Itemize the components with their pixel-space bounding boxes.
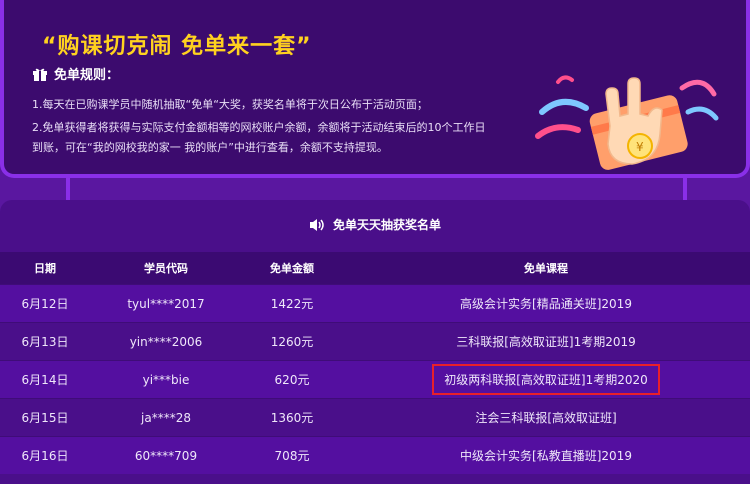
cell-date: 6月15日 xyxy=(21,411,69,425)
svg-text:¥: ¥ xyxy=(636,140,644,154)
cell-course: 三科联报[高效取证班]1考期2019 xyxy=(456,335,636,349)
cell-course: 高级会计实务[精品通关班]2019 xyxy=(460,297,632,311)
rule-line-2: 2.免单获得者将获得与实际支付金额相等的网校账户余额，余额将于活动结束后的10个… xyxy=(32,121,486,134)
cell-code: 60****709 xyxy=(134,448,198,463)
rules-title: 免单规则： xyxy=(54,68,120,83)
rule-line-3: 到账，可在“我的网校我的家一 我的账户”中进行查看，余额不支持提现。 xyxy=(32,141,388,154)
cell-date: 6月13日 xyxy=(21,335,69,349)
cell-amount: 708元 xyxy=(274,449,310,463)
cell-date: 6月12日 xyxy=(21,297,69,311)
col-header-date: 日期 xyxy=(34,262,56,275)
winners-board: 免单天天抽获奖名单 日期 学员代码 免单金额 免单课程 6月12日 tyul**… xyxy=(0,200,750,484)
cell-amount: 1422元 xyxy=(270,297,314,311)
promo-slogan: “购课切克闹 免单来一套” xyxy=(42,34,312,59)
rules-heading: 免单规则： xyxy=(32,64,119,83)
highlighted-course-cell: 初级两科联报[高效取证班]1考期2020 xyxy=(432,364,660,395)
col-header-amount: 免单金额 xyxy=(270,262,314,275)
table-row: 6月16日 60****709 708元 中级会计实务[私教直播班]2019 xyxy=(0,436,750,474)
cell-code: yin****2006 xyxy=(129,334,203,349)
col-header-course: 免单课程 xyxy=(524,262,568,275)
speaker-icon xyxy=(309,218,325,232)
winners-table-header: 日期 学员代码 免单金额 免单课程 xyxy=(0,252,750,284)
table-row: 6月12日 tyul****2017 1422元 高级会计实务[精品通关班]20… xyxy=(0,284,750,322)
cell-amount: 620元 xyxy=(274,373,310,387)
rules-card: “购课切克闹 免单来一套” 免单规则： 1.每天在已购课学员中随机抽取“免单“大… xyxy=(0,0,750,178)
hand-coin-illustration: ¥ xyxy=(535,75,719,170)
cell-date: 6月16日 xyxy=(21,449,69,463)
winners-title: 免单天天抽获奖名单 xyxy=(332,218,441,232)
promo-page: “购课切克闹 免单来一套” 免单规则： 1.每天在已购课学员中随机抽取“免单“大… xyxy=(0,0,750,484)
cell-code: ja****28 xyxy=(141,410,191,425)
cell-code: yi***bie xyxy=(142,372,190,387)
table-row: 6月13日 yin****2006 1260元 三科联报[高效取证班]1考期20… xyxy=(0,322,750,360)
cell-date: 6月14日 xyxy=(21,373,69,387)
cell-amount: 1360元 xyxy=(270,411,314,425)
rule-line-1: 1.每天在已购课学员中随机抽取“免单“大奖，获奖名单将于次日公布于活动页面； xyxy=(32,98,428,111)
cell-course: 中级会计实务[私教直播班]2019 xyxy=(460,449,632,463)
col-header-code: 学员代码 xyxy=(144,262,188,275)
cell-course: 注会三科联报[高效取证班] xyxy=(475,411,617,425)
winners-title-bar: 免单天天抽获奖名单 xyxy=(0,216,750,233)
cell-code: tyul****2017 xyxy=(127,296,205,311)
cell-amount: 1260元 xyxy=(270,335,314,349)
table-row: 6月14日 yi***bie 620元 初级两科联报[高效取证班]1考期2020 xyxy=(0,360,750,398)
table-row: 6月15日 ja****28 1360元 注会三科联报[高效取证班] xyxy=(0,398,750,436)
gift-icon xyxy=(32,66,48,82)
